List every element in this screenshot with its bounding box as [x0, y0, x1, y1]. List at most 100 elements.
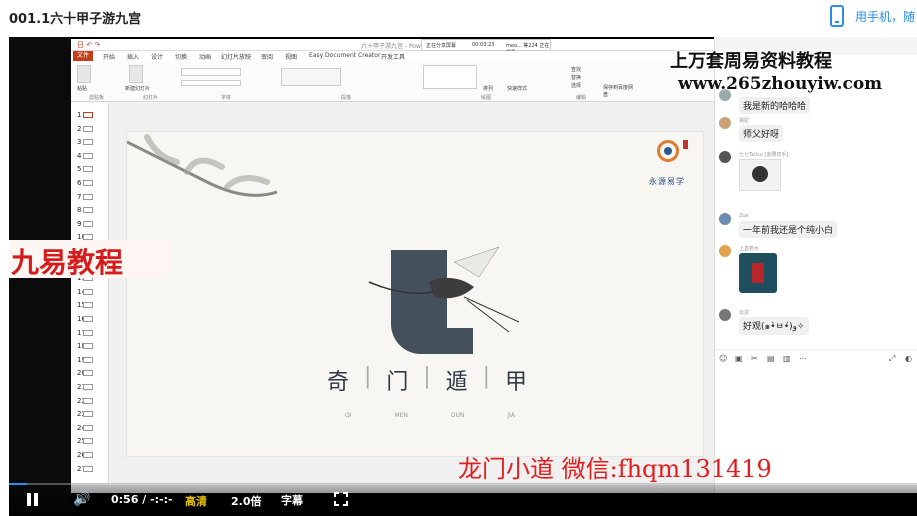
- group-font: 字体: [221, 95, 232, 101]
- slide-thumbnail[interactable]: [83, 452, 93, 458]
- font-box: [181, 68, 241, 76]
- title-divider: |: [423, 364, 431, 389]
- page-root: 001.1六十甲子游九宫 用手机，随 日 ↶ ↷ 六十甲子游九宫 - Power…: [0, 0, 917, 516]
- slide-thumbnail[interactable]: [83, 112, 93, 118]
- slide-thumbnail[interactable]: [83, 384, 93, 390]
- tab-file: 文件: [73, 51, 94, 61]
- emoji-icon[interactable]: ☺: [719, 354, 727, 363]
- watermark-left-banner: 九易教程: [9, 240, 169, 279]
- slide-thumbnail[interactable]: [83, 193, 93, 200]
- user-avatar: [719, 117, 731, 129]
- progress-bar[interactable]: [9, 483, 917, 485]
- chat-toolbar: ☺ ▣ ✂ ▤ ▥ ⋯ ⤢ ◐: [715, 349, 917, 365]
- crane-bird-illustration: [368, 246, 520, 333]
- tab-slideshow: 幻灯片放映: [221, 54, 252, 61]
- red-packet-icon[interactable]: [739, 253, 777, 293]
- fullscreen-icon[interactable]: [334, 492, 348, 506]
- slide-thumbnail-number[interactable]: 8: [77, 206, 81, 214]
- pause-button[interactable]: [27, 493, 39, 506]
- image-icon[interactable]: ▣: [735, 354, 743, 363]
- quick-style-button: 快速样式: [507, 86, 528, 92]
- title-char-men: 门: [386, 370, 409, 395]
- slide-thumbnail-number[interactable]: 2: [77, 125, 81, 133]
- message-bubble: 师父好呀: [739, 125, 784, 142]
- volume-icon[interactable]: 🔊: [73, 491, 90, 507]
- quality-button[interactable]: 高清: [185, 493, 207, 509]
- slide-thumbnails: 1234567891011121314151617181920212223242…: [71, 103, 109, 493]
- slide-thumbnail[interactable]: [83, 125, 93, 132]
- ribbon: 粘贴 新建幻灯片 排列 快速样式 查找 替换 选择 保存到百度网盘 剪贴板 幻灯…: [71, 62, 714, 102]
- slide-thumbnail[interactable]: [83, 302, 93, 309]
- slide-thumbnail[interactable]: [83, 220, 93, 227]
- slide-thumbnail-number[interactable]: 1: [77, 111, 81, 119]
- pinyin-qi: QI: [345, 412, 352, 419]
- tab-animations: 动画: [199, 54, 212, 61]
- folder-icon[interactable]: ▥: [783, 354, 791, 363]
- user-name: 上善若水: [739, 246, 760, 252]
- user-avatar: [719, 245, 731, 257]
- theme-icon[interactable]: ◐: [905, 354, 912, 363]
- slide-thumbnail[interactable]: [83, 329, 93, 336]
- brand-name: 永源易学: [649, 177, 685, 186]
- watermark-bottom: 龙门小道 微信:fhqm131419: [458, 455, 772, 483]
- screen-share-bar: 正在分享屏幕 00:03:23 meo... 等224 正在观看: [421, 39, 551, 56]
- group-paragraph: 段落: [341, 95, 352, 101]
- slide-thumbnail-number[interactable]: 9: [77, 220, 81, 228]
- user-avatar: [719, 213, 731, 225]
- slide-thumbnail[interactable]: [83, 343, 93, 350]
- arrange-button: 排列: [483, 86, 494, 92]
- pinyin-men: MEN: [394, 412, 408, 419]
- slide-thumbnail[interactable]: [83, 166, 93, 173]
- user-name: 骆驼: [739, 118, 750, 124]
- message-bubble: 好观(๑•̀ㅂ•́)و✧: [739, 317, 809, 335]
- ppt-title-bar: 日 ↶ ↷ 六十甲子游九宫 - PowerPoint 正在分享屏幕 00:03:…: [71, 39, 714, 56]
- font-format-row: [181, 80, 241, 86]
- speed-button[interactable]: 2.0倍: [231, 493, 262, 509]
- panda-sticker-icon: [739, 159, 781, 191]
- slide-thumbnail-number[interactable]: 3: [77, 138, 81, 146]
- slide-thumbnail[interactable]: [83, 180, 93, 186]
- slide-thumbnail[interactable]: [83, 438, 93, 445]
- slide-thumbnail-number[interactable]: 5: [77, 165, 81, 173]
- shapes-gallery: [423, 65, 477, 89]
- watermark-left-text: 九易教程: [11, 246, 124, 279]
- tab-home: 开始: [103, 54, 116, 61]
- red-seal-icon: [683, 140, 688, 149]
- slide-thumbnail[interactable]: [83, 316, 93, 322]
- title-char-qi: 奇: [327, 370, 350, 395]
- slide-thumbnail[interactable]: [83, 152, 93, 159]
- slide-thumbnail[interactable]: [83, 465, 93, 472]
- select-button: 选择: [571, 83, 582, 89]
- file-icon[interactable]: ▤: [767, 354, 775, 363]
- tab-transitions: 切换: [175, 54, 188, 61]
- slide-thumbnail[interactable]: [83, 207, 93, 214]
- slide-thumbnail[interactable]: [83, 370, 93, 377]
- slide-thumbnail-number[interactable]: 6: [77, 179, 81, 187]
- group-editing: 编辑: [576, 95, 587, 101]
- scissors-icon[interactable]: ✂: [751, 354, 758, 363]
- title-char-dun: 遁: [445, 370, 468, 395]
- watermark-top: 上万套周易资料教程: [670, 51, 832, 72]
- tab-easy-document-creator: Easy Document Creator: [309, 52, 381, 59]
- slide-pinyin: QI MEN DUN JIA: [345, 412, 515, 419]
- user-avatar: [719, 151, 731, 163]
- slide-thumbnail[interactable]: [83, 356, 93, 363]
- mobile-watch-link[interactable]: 用手机，随: [855, 8, 915, 25]
- slide-thumbnail[interactable]: [83, 288, 93, 295]
- quick-access-toolbar: 日 ↶ ↷: [77, 41, 101, 49]
- chat-panel: 我是新的哈哈哈 骆驼 师父好呀 七七Tallsu [金腰双手] Zoe 一年前我…: [714, 37, 917, 493]
- more-icon[interactable]: ⋯: [799, 354, 807, 363]
- slide-thumbnail[interactable]: [83, 424, 93, 431]
- slide-thumbnail-number[interactable]: 7: [77, 193, 81, 201]
- new-slide-button: 新建幻灯片: [125, 86, 151, 92]
- slide-thumbnail[interactable]: [83, 139, 93, 146]
- expand-icon[interactable]: ⤢: [889, 354, 895, 364]
- slide-thumbnail-number[interactable]: 4: [77, 152, 81, 160]
- subtitles-button[interactable]: 字幕: [281, 492, 303, 508]
- phone-icon[interactable]: [830, 5, 844, 27]
- group-clipboard: 剪贴板: [89, 95, 105, 101]
- user-avatar: [719, 309, 731, 321]
- slide-thumbnail[interactable]: [83, 397, 93, 404]
- duration: -:-:-: [150, 493, 173, 506]
- slide-thumbnail[interactable]: [83, 411, 93, 418]
